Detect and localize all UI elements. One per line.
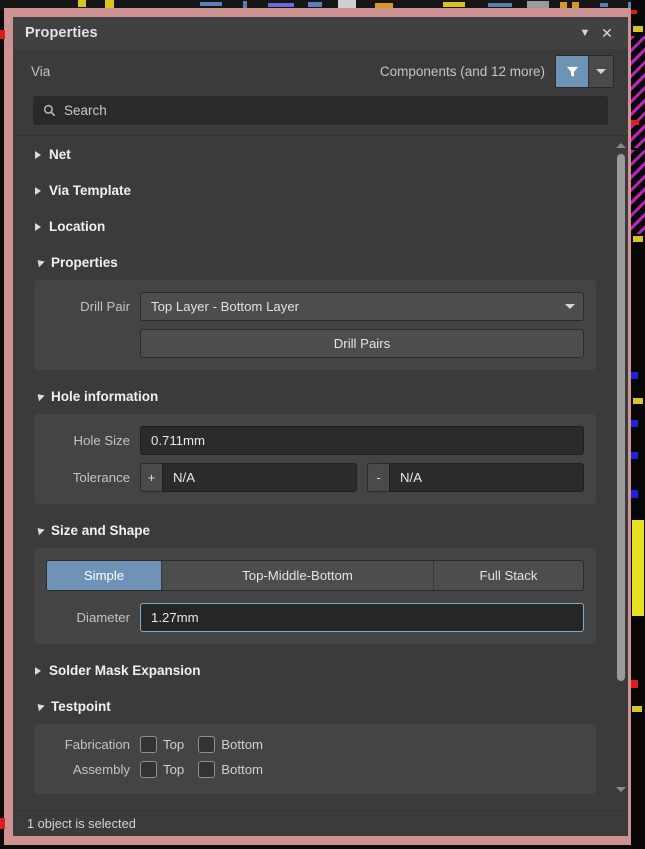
scrollbar-thumb[interactable] <box>617 154 625 681</box>
vertical-scrollbar[interactable] <box>614 136 628 810</box>
filter-dropdown-button[interactable] <box>588 56 613 87</box>
diameter-row: Diameter 1.27mm <box>34 603 584 632</box>
tolerance-plus-input[interactable]: N/A <box>162 463 357 492</box>
scroll-up-button[interactable] <box>614 138 628 152</box>
chevron-right-icon <box>35 666 41 675</box>
tolerance-plus-cell: + N/A <box>140 463 357 492</box>
section-header-hole-information[interactable]: Hole information <box>13 378 614 414</box>
chevron-down-icon <box>34 700 45 711</box>
section-label: Hole information <box>51 389 159 404</box>
hole-information-group: Hole Size 0.711mm Tolerance + N/A - N/A <box>34 414 596 504</box>
chevron-down-icon <box>596 69 606 74</box>
section-label: Testpoint <box>51 699 111 714</box>
section-header-testpoint[interactable]: Testpoint <box>13 688 614 724</box>
section-label: Properties <box>51 255 118 270</box>
section-header-location[interactable]: Location <box>13 208 614 244</box>
plus-sign-label: + <box>140 463 162 492</box>
selection-marker-bottom <box>0 818 5 829</box>
fabrication-bottom-label: Bottom <box>221 737 264 752</box>
object-type-label: Via <box>31 64 51 79</box>
panel-body: Net Via Template Location Properties Dri… <box>13 135 628 810</box>
assembly-top-label: Top <box>163 762 185 777</box>
chevron-down-icon <box>34 524 45 535</box>
diameter-input[interactable]: 1.27mm <box>140 603 584 632</box>
hole-size-row: Hole Size 0.711mm <box>34 426 584 455</box>
drill-pair-select[interactable]: Top Layer - Bottom Layer <box>140 292 584 321</box>
fabrication-top-checkbox[interactable] <box>140 736 157 753</box>
stack-mode-top-middle-bottom[interactable]: Top-Middle-Bottom <box>162 561 434 590</box>
tolerance-row: Tolerance + N/A - N/A <box>34 463 584 492</box>
properties-panel: Properties ▼ ✕ Via Components (and 12 mo… <box>13 17 628 836</box>
selection-marker-top <box>0 30 5 39</box>
minus-sign-label: - <box>367 463 389 492</box>
chevron-down-icon <box>34 256 45 267</box>
testpoint-group: Fabrication Top Bottom Assembly Top Bott… <box>34 724 596 794</box>
search-placeholder: Search <box>64 103 107 118</box>
chevron-right-icon <box>35 186 41 195</box>
scroll-down-button[interactable] <box>614 782 628 796</box>
section-label: Solder Mask Expansion <box>49 663 201 678</box>
section-header-properties[interactable]: Properties <box>13 244 614 280</box>
size-and-shape-group: Simple Top-Middle-Bottom Full Stack Diam… <box>34 548 596 644</box>
filter-button-group <box>555 55 614 88</box>
assembly-bottom-label: Bottom <box>221 762 264 777</box>
hole-size-input[interactable]: 0.711mm <box>140 426 584 455</box>
chevron-right-icon <box>35 150 41 159</box>
pcb-canvas-right-strip <box>631 0 645 849</box>
search-row: Search <box>13 94 628 135</box>
drill-pair-value: Top Layer - Bottom Layer <box>151 299 300 314</box>
screen: Properties ▼ ✕ Via Components (and 12 mo… <box>0 0 645 849</box>
status-text: 1 object is selected <box>27 816 136 831</box>
section-header-size-and-shape[interactable]: Size and Shape <box>13 512 614 548</box>
triangle-up-icon <box>616 142 626 148</box>
panel-titlebar: Properties ▼ ✕ <box>13 17 628 49</box>
properties-group: Drill Pair Top Layer - Bottom Layer Dril… <box>34 280 596 370</box>
sections-scroll-area: Net Via Template Location Properties Dri… <box>13 136 614 810</box>
section-header-via-template[interactable]: Via Template <box>13 172 614 208</box>
page-title: Properties <box>25 25 98 41</box>
section-label: Size and Shape <box>51 523 151 538</box>
testpoint-row-fabrication: Fabrication Top Bottom <box>34 736 584 753</box>
triangle-down-icon <box>616 786 626 792</box>
chevron-down-icon <box>34 390 45 401</box>
hole-size-label: Hole Size <box>73 433 130 448</box>
object-scope-row: Via Components (and 12 more) <box>13 49 628 94</box>
fabrication-bottom-checkbox[interactable] <box>198 736 216 753</box>
chevron-down-icon <box>565 304 575 309</box>
chevron-right-icon <box>35 222 41 231</box>
diameter-label: Diameter <box>76 610 131 625</box>
stack-mode-simple[interactable]: Simple <box>47 561 162 590</box>
testpoint-row-assembly: Assembly Top Bottom <box>34 761 584 778</box>
drill-pairs-row: Drill Pairs <box>34 329 584 358</box>
stack-mode-segmented-control: Simple Top-Middle-Bottom Full Stack <box>46 560 584 591</box>
close-icon[interactable]: ✕ <box>596 22 618 44</box>
section-header-net[interactable]: Net <box>13 136 614 172</box>
drill-pair-label: Drill Pair <box>80 299 130 314</box>
funnel-icon[interactable] <box>556 56 588 87</box>
tolerance-minus-input[interactable]: N/A <box>389 463 584 492</box>
section-label: Net <box>49 147 71 162</box>
scope-label: Components (and 12 more) <box>379 64 545 79</box>
section-header-solder-mask-expansion[interactable]: Solder Mask Expansion <box>13 652 614 688</box>
assembly-bottom-checkbox[interactable] <box>198 761 216 778</box>
fabrication-label: Fabrication <box>64 737 130 752</box>
search-icon <box>43 104 56 117</box>
search-input[interactable]: Search <box>33 96 608 125</box>
stack-mode-full-stack[interactable]: Full Stack <box>434 561 583 590</box>
section-label: Via Template <box>49 183 132 198</box>
drill-pairs-button[interactable]: Drill Pairs <box>140 329 584 358</box>
drill-pair-row: Drill Pair Top Layer - Bottom Layer <box>34 292 584 321</box>
tolerance-label: Tolerance <box>72 470 130 485</box>
fabrication-top-label: Top <box>163 737 185 752</box>
chevron-down-icon[interactable]: ▼ <box>574 22 596 44</box>
section-label: Location <box>49 219 106 234</box>
assembly-label: Assembly <box>72 762 130 777</box>
status-bar: 1 object is selected <box>13 810 628 836</box>
assembly-top-checkbox[interactable] <box>140 761 157 778</box>
tolerance-minus-cell: - N/A <box>367 463 584 492</box>
